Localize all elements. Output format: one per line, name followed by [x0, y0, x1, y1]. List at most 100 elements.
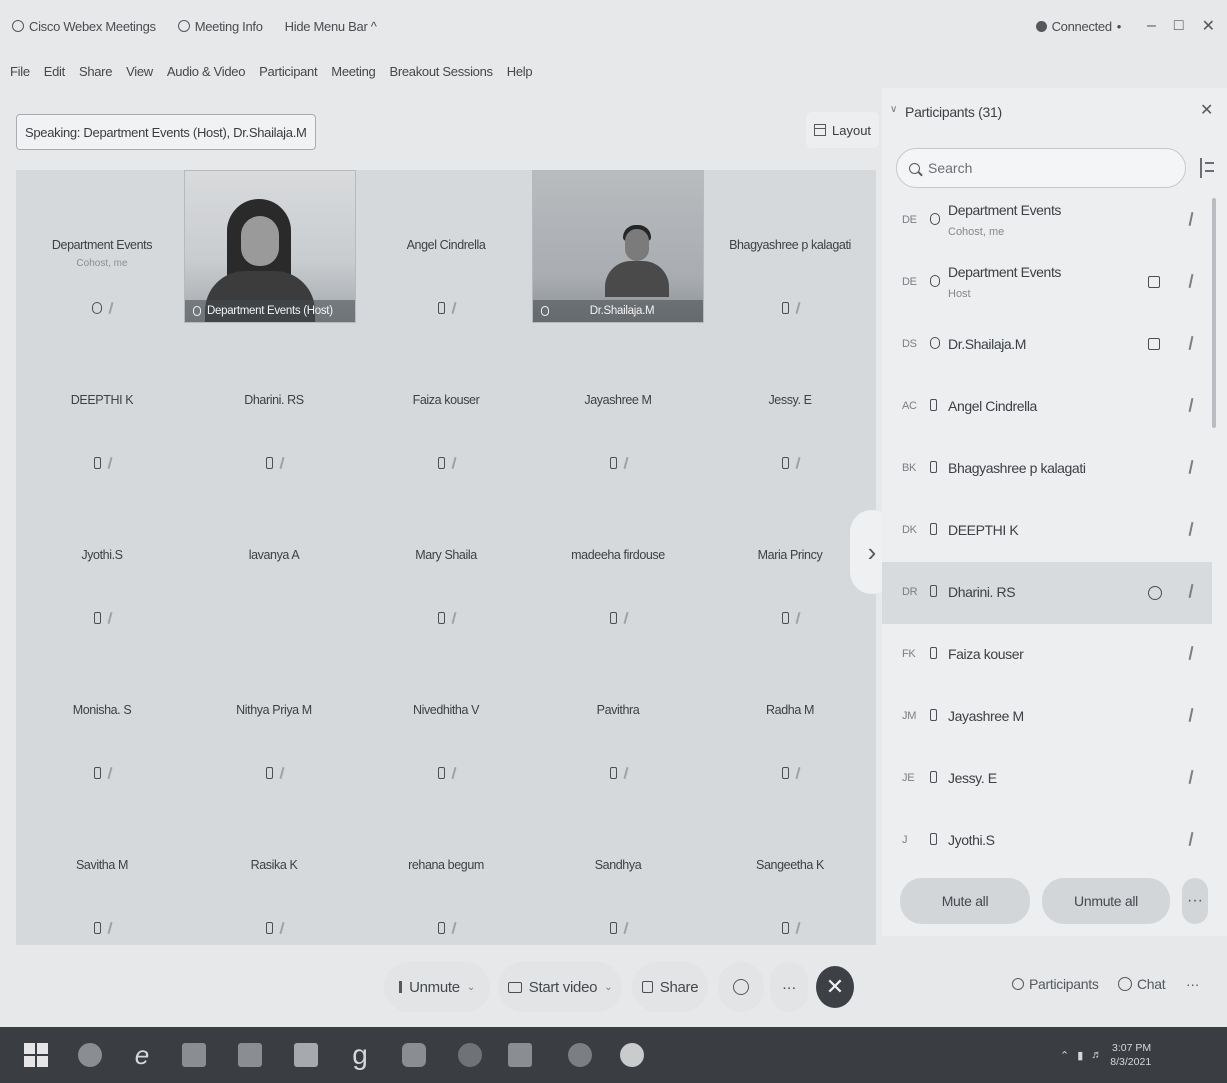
participant-tile[interactable]: Jessy. E — [704, 325, 876, 480]
audio-icon — [930, 337, 940, 349]
meeting-info-button[interactable]: Meeting Info — [177, 19, 263, 34]
taskbar-app-g[interactable]: g — [342, 1037, 378, 1073]
mic-muted-icon — [781, 457, 789, 469]
participant-list-scrollbar[interactable] — [1212, 198, 1216, 428]
pin-icon — [794, 766, 801, 780]
participant-tile[interactable]: Jayashree M — [532, 325, 704, 480]
taskbar-firefox[interactable] — [72, 1037, 108, 1073]
participants-button[interactable]: Participants — [1012, 976, 1099, 992]
panel-close-button[interactable]: ✕ — [1200, 100, 1213, 120]
chat-button[interactable]: Chat — [1118, 976, 1166, 992]
sort-list-icon[interactable] — [1200, 158, 1214, 178]
reactions-button[interactable] — [718, 962, 764, 1012]
menu-edit[interactable]: Edit — [44, 64, 66, 79]
menu-file[interactable]: File — [10, 64, 30, 79]
menu-help[interactable]: Help — [507, 64, 533, 79]
participant-options-icon[interactable] — [1148, 586, 1162, 600]
participant-tile[interactable]: Dharini. RS — [188, 325, 360, 480]
participants-panel-header[interactable]: ∨ Participants (31) — [890, 104, 1002, 120]
list-item[interactable]: DR Dharini. RS — [882, 562, 1212, 624]
participant-tile[interactable]: Jyothi.S — [16, 480, 188, 635]
participant-tile[interactable]: Pavithra — [532, 635, 704, 790]
participant-tile[interactable]: Faiza kouser — [360, 325, 532, 480]
start-button[interactable] — [18, 1037, 54, 1073]
pin-icon — [450, 611, 457, 625]
participant-tile[interactable]: rehana begum — [360, 790, 532, 945]
app-g-icon: g — [352, 1039, 368, 1070]
taskbar-explorer[interactable] — [288, 1037, 324, 1073]
participant-tile[interactable]: Nithya Priya M — [188, 635, 360, 790]
start-video-label: Start video — [528, 978, 598, 996]
menu-meeting[interactable]: Meeting — [331, 64, 375, 79]
list-item[interactable]: JE Jessy. E — [882, 748, 1212, 810]
participant-tile[interactable]: Savitha M — [16, 790, 188, 945]
participant-search-input[interactable]: Search — [896, 148, 1186, 188]
tray-chevron-icon[interactable]: ⌃ — [1060, 1049, 1069, 1062]
list-item[interactable]: JM Jayashree M — [882, 686, 1212, 748]
participant-tile[interactable]: lavanya A — [188, 480, 360, 635]
participant-tile[interactable]: Mary Shaila — [360, 480, 532, 635]
tile-name: Jayashree M — [584, 393, 652, 407]
taskbar-tool[interactable] — [562, 1037, 598, 1073]
taskbar-webex[interactable] — [452, 1037, 488, 1073]
participant-tile[interactable]: Bhagyashree p kalagati — [704, 170, 876, 325]
unmute-button[interactable]: Unmute ⌄ — [384, 962, 490, 1012]
start-video-button[interactable]: Start video ⌄ — [498, 962, 622, 1012]
participant-tile[interactable]: Monisha. S — [16, 635, 188, 790]
taskbar-doc[interactable] — [502, 1037, 538, 1073]
taskbar-chrome[interactable] — [614, 1037, 650, 1073]
participant-tile[interactable]: Angel Cindrella — [360, 170, 532, 325]
list-item[interactable]: DE Department Events Host — [882, 252, 1212, 314]
taskbar-edge[interactable]: e — [124, 1037, 160, 1073]
network-icon[interactable]: ▮ — [1077, 1049, 1083, 1062]
participant-initials: JM — [902, 710, 917, 722]
mic-muted-icon — [93, 922, 101, 934]
participant-tile[interactable]: Sandhya — [532, 790, 704, 945]
participant-tile[interactable]: DEEPTHI K — [16, 325, 188, 480]
participant-tile[interactable]: madeeha firdouse — [532, 480, 704, 635]
participant-tile[interactable]: Sangeetha K — [704, 790, 876, 945]
participant-tile[interactable]: Radha M — [704, 635, 876, 790]
list-item[interactable]: DK DEEPTHI K — [882, 500, 1212, 562]
tile-name: Bhagyashree p kalagati — [729, 238, 851, 252]
end-meeting-button[interactable]: ✕ — [816, 966, 854, 1008]
more-options-button[interactable]: ··· — [770, 962, 808, 1012]
menu-participant[interactable]: Participant — [259, 64, 317, 79]
share-button[interactable]: Share — [632, 962, 708, 1012]
participant-tile[interactable]: Department Events Cohost, me — [16, 170, 188, 325]
video-tile-host[interactable]: Department Events (Host) — [184, 170, 356, 323]
taskbar-store[interactable] — [176, 1037, 212, 1073]
mic-muted-icon — [930, 585, 937, 597]
list-item[interactable]: J Jyothi.S — [882, 810, 1212, 872]
participants-more-button[interactable]: ··· — [1182, 878, 1208, 924]
list-item[interactable]: DS Dr.Shailaja.M — [882, 314, 1212, 376]
minimize-button[interactable]: – — [1147, 17, 1156, 35]
participant-tile[interactable]: Rasika K — [188, 790, 360, 945]
tile-name: Nivedhitha V — [412, 703, 480, 717]
participant-name: Dr.Shailaja.M — [948, 336, 1027, 352]
hide-menu-bar-button[interactable]: Hide Menu Bar ^ — [285, 19, 377, 34]
participant-tile[interactable]: Nivedhitha V — [360, 635, 532, 790]
window-close-button[interactable]: ✕ — [1202, 16, 1215, 36]
list-item[interactable]: BK Bhagyashree p kalagati — [882, 438, 1212, 500]
list-item[interactable]: FK Faiza kouser — [882, 624, 1212, 686]
taskbar-word[interactable] — [232, 1037, 268, 1073]
connection-status[interactable]: Connected • — [1035, 19, 1121, 34]
maximize-button[interactable]: □ — [1174, 17, 1184, 35]
menu-audio-video[interactable]: Audio & Video — [167, 64, 246, 79]
menu-view[interactable]: View — [126, 64, 153, 79]
panel-more-button[interactable]: ··· — [1186, 976, 1199, 992]
menu-breakout-sessions[interactable]: Breakout Sessions — [389, 64, 493, 79]
search-placeholder: Search — [928, 160, 973, 176]
menu-share[interactable]: Share — [79, 64, 113, 79]
list-item[interactable]: AC Angel Cindrella — [882, 376, 1212, 438]
list-item[interactable]: DE Department Events Cohost, me — [882, 190, 1212, 252]
taskbar-app[interactable] — [396, 1037, 432, 1073]
system-tray: ⌃ ▮ ♬ 3:07 PM 8/3/2021 — [1060, 1037, 1151, 1073]
unmute-all-button[interactable]: Unmute all — [1042, 878, 1170, 924]
mute-all-button[interactable]: Mute all — [900, 878, 1030, 924]
volume-icon[interactable]: ♬ — [1091, 1049, 1102, 1061]
video-tile-dr-shailaja[interactable]: Dr.Shailaja.M — [532, 170, 704, 323]
clock[interactable]: 3:07 PM 8/3/2021 — [1110, 1041, 1151, 1069]
layout-button[interactable]: Layout — [806, 112, 880, 148]
